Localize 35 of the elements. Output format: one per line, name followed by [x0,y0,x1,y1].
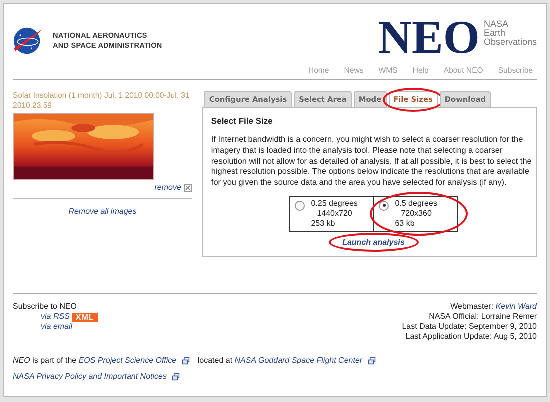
logo-subtitle: NASA [484,20,510,29]
logo-subtitle: Observations [484,38,537,47]
option-size: 63 kb [395,218,416,229]
option-degrees: 0.5 degrees [395,198,438,209]
privacy-link[interactable]: NASA Privacy Policy and Important Notices [13,372,167,381]
email-link[interactable]: via email [41,322,73,332]
remove-link[interactable]: remove [154,183,182,192]
goddard-link[interactable]: NASA Goddard Space Flight Center [234,356,363,365]
option-resolution: 1440x720 [316,208,354,219]
option-resolution: 720x360 [400,208,433,219]
subscribe-text: Subscribe to NEO [13,302,78,312]
info-label: Webmaster: [450,302,495,311]
section-heading: Select File Size [211,116,274,126]
radio-button[interactable] [379,200,390,211]
rss-link[interactable]: via RSS [41,312,70,322]
neo-logo-text: NEO [378,18,480,58]
eos-link[interactable]: EOS Project Science Office [78,356,177,365]
launch-analysis-link[interactable]: Launch analysis [342,238,405,247]
close-icon[interactable] [184,184,192,192]
info-text: located at [196,356,234,365]
info-text: Last Data Update: September 9, 2010 [402,322,537,331]
option-degrees: 0.25 degrees [311,198,358,209]
description-text: If Internet bandwidth is a concern, you might wish to select a coarser resolution for the imagery that is loaded into the analysis tool. Please note that selecting a coarser resolution will not allow for as detailed of analysis. If at all possible, it is best to select the highest resolution possible. The options below indicate the resolutions that are available for you given the source data and the area you have selected for analysis (if any). [211,135,533,189]
xml-badge[interactable]: XML [72,312,98,322]
info-text: NASA Official: Lorraine Remer [429,312,537,321]
external-link-icon [368,356,376,364]
option-size: 253 kb [311,218,336,229]
radio-button[interactable] [295,200,306,211]
info-text: Last Application Update: Aug 5, 2010 [406,332,537,341]
remove-all-link[interactable]: Remove all images [68,207,137,216]
webmaster-link[interactable]: Kevin Ward [496,302,537,311]
nasa-logo-icon [13,26,43,56]
info-text: is part of the [32,356,78,365]
logo-subtitle: Earth [484,29,506,38]
neo-text: NEO [13,356,30,365]
